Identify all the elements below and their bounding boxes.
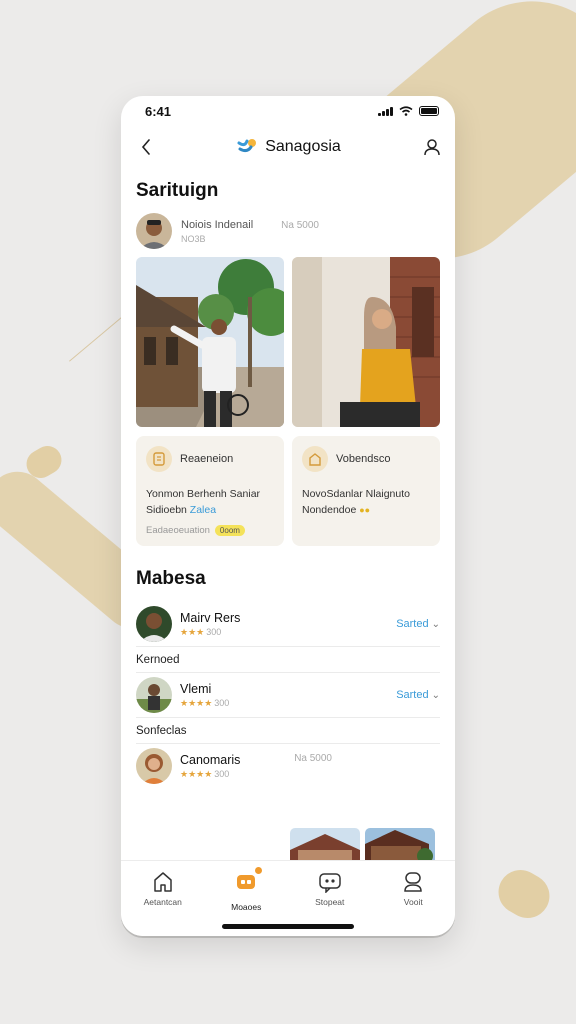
sort-dropdown[interactable]: Sarted ⌄ [396, 618, 440, 630]
battery-icon [419, 106, 439, 116]
author-name: Noiois Indenail [181, 218, 254, 231]
status-time: 6:41 [145, 103, 172, 119]
avatar [136, 606, 172, 642]
card-body: NovoSdanlar Nlaignuto Nondendoe ●● [302, 486, 430, 519]
back-button[interactable] [135, 136, 157, 158]
chat-icon [319, 873, 341, 893]
rating-stars: ★★★ 300 [180, 627, 396, 638]
card-link[interactable]: Zalea [190, 504, 216, 516]
wifi-icon [399, 106, 413, 116]
app-brand: Sanagosia [237, 137, 341, 157]
section-title: Mabesa [136, 568, 206, 589]
author-row[interactable]: Noiois Indenail NO3B Na 5000 [121, 212, 455, 250]
sort-dropdown[interactable]: Sarted ⌄ [396, 689, 440, 701]
author-info: Noiois Indenail NO3B [181, 219, 253, 244]
person-info: Mairv Rers ★★★ 300 [180, 611, 396, 638]
home-outline-icon [302, 446, 328, 472]
list-item[interactable]: Canomaris ★★★★ 300 Na 5000 [136, 744, 440, 788]
user-icon [424, 139, 440, 156]
messages-icon [237, 875, 256, 889]
people-list: Mairv Rers ★★★ 300 Sarted ⌄ Kernoed Vlemi… [121, 602, 455, 788]
card-footer-text: Eadaeoeuation [146, 524, 210, 536]
tab-label: Stopeat [315, 897, 345, 907]
logo-icon [237, 139, 257, 153]
rating-count: 300 [214, 697, 230, 708]
section-title: Sarituign [136, 180, 219, 201]
status-icons [378, 106, 439, 116]
dropdown-label: Sarted [396, 689, 429, 701]
tab-home[interactable]: Aetantcan [121, 861, 205, 936]
dropdown-label: Sarted [396, 618, 429, 630]
person-info: Vlemi ★★★★ 300 [180, 682, 396, 709]
avatar [136, 677, 172, 713]
tab-label: Vooit [403, 897, 423, 907]
tab-label: Aetantcan [143, 897, 182, 907]
thumbnail[interactable] [365, 828, 435, 862]
card-body: Yonmon Berhenh Saniar Sidioebn Zalea [146, 486, 274, 519]
thumbnail[interactable] [290, 828, 360, 862]
notification-badge [254, 866, 264, 875]
star-icons: ★★★ [180, 626, 205, 637]
author-meta: Na 5000 [281, 219, 319, 231]
author-subtext: NO3B [181, 233, 206, 244]
star-icons: ★★★★ [180, 697, 213, 708]
avatar [136, 213, 172, 249]
thumbnail-strip [290, 828, 435, 862]
rating-stars: ★★★★ 300 [180, 698, 396, 709]
profile-icon [404, 872, 423, 892]
info-card[interactable]: Vobendsco NovoSdanlar Nlaignuto Nondendo… [292, 436, 440, 546]
tab-label: Moaoes [231, 902, 262, 912]
person-name: Canomaris [180, 752, 241, 767]
info-card[interactable]: Reaeneion Yonmon Berhenh Saniar Sidioebn… [136, 436, 284, 546]
avatar [136, 748, 172, 784]
rating-stars: ★★★★ 300 [180, 769, 294, 780]
app-header: Sanagosia [121, 126, 455, 168]
photo-man-pointing[interactable] [136, 257, 284, 427]
photo-woman-sitting[interactable] [292, 257, 440, 427]
person-info: Canomaris ★★★★ 300 [180, 753, 294, 780]
card-dots: ●● [359, 505, 371, 516]
decor-shape [490, 861, 558, 927]
home-indicator [222, 924, 354, 929]
chevron-down-icon: ⌄ [431, 618, 440, 630]
card-pill: 0oom [214, 524, 245, 536]
list-item[interactable]: Vlemi ★★★★ 300 Sarted ⌄ [136, 673, 440, 717]
group-label: Sonfeclas [136, 724, 187, 737]
document-icon [146, 446, 172, 472]
profile-button[interactable] [421, 136, 443, 158]
card-title: Vobendsco [336, 453, 391, 465]
star-icons: ★★★★ [180, 768, 213, 779]
person-name: Vlemi [180, 681, 212, 696]
tab-profile[interactable]: Vooit [372, 861, 456, 936]
phone-screen: 6:41 Sanagosia Sarituign Noiois Indenail… [121, 96, 455, 936]
list-item[interactable]: Mairv Rers ★★★ 300 Sarted ⌄ [136, 602, 440, 646]
app-name: Sanagosia [265, 138, 341, 155]
person-meta: Na 5000 [294, 752, 332, 764]
chevron-left-icon [141, 139, 150, 155]
group-label: Kernoed [136, 653, 180, 666]
status-bar: 6:41 [121, 96, 455, 126]
info-cards: Reaeneion Yonmon Berhenh Saniar Sidioebn… [121, 436, 455, 546]
person-name: Mairv Rers [180, 610, 241, 625]
rating-count: 300 [206, 626, 222, 637]
home-icon [154, 872, 172, 892]
card-title: Reaeneion [180, 453, 234, 465]
signal-icon [378, 106, 393, 116]
card-body-text: NovoSdanlar Nlaignuto Nondendoe [302, 488, 410, 517]
photo-gallery [121, 257, 455, 427]
chevron-down-icon: ⌄ [431, 689, 440, 701]
card-footer: Eadaeoeuation 0oom [146, 524, 274, 536]
rating-count: 300 [214, 768, 230, 779]
